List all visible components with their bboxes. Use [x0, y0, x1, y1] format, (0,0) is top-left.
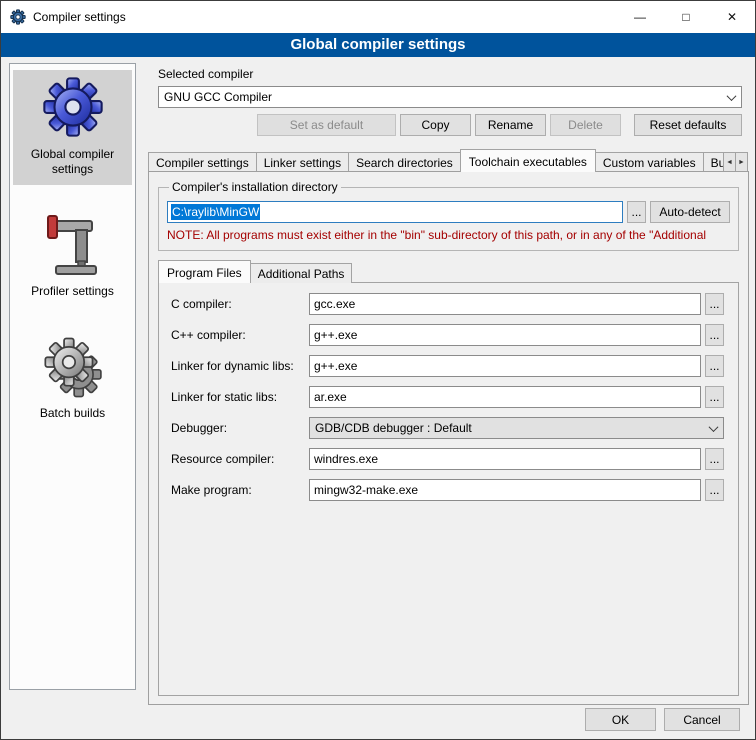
- gear-icon: [40, 75, 106, 139]
- window-title: Compiler settings: [33, 10, 126, 24]
- compiler-buttons-row: Set as default Copy Rename Delete Reset …: [158, 114, 742, 136]
- make-program-input[interactable]: [309, 479, 701, 501]
- note-text: NOTE: All programs must exist either in …: [167, 228, 730, 242]
- sidebar-item-label: Profiler settings: [15, 284, 130, 299]
- debugger-label: Debugger:: [171, 421, 309, 435]
- tabs-scroll-right-icon[interactable]: ►: [735, 152, 748, 172]
- sidebar-item-label: Batch builds: [15, 406, 130, 421]
- compiler-settings-window: Compiler settings — □ ✕ Global compiler …: [0, 0, 756, 740]
- window-controls: — □ ✕: [617, 1, 755, 33]
- resource-compiler-label: Resource compiler:: [171, 452, 309, 466]
- program-files-panel: C compiler: ... C++ compiler: ... Linker…: [158, 282, 739, 696]
- make-program-label: Make program:: [171, 483, 309, 497]
- cpp-compiler-row: C++ compiler: ...: [171, 324, 724, 346]
- cpp-compiler-label: C++ compiler:: [171, 328, 309, 342]
- sidebar-item-batch-builds[interactable]: Batch builds: [13, 331, 132, 429]
- subtab-program-files[interactable]: Program Files: [158, 260, 251, 283]
- install-dir-value: C:\raylib\MinGW: [171, 204, 260, 220]
- resource-compiler-row: Resource compiler: ...: [171, 448, 724, 470]
- make-program-browse-button[interactable]: ...: [705, 479, 724, 501]
- resource-compiler-input[interactable]: [309, 448, 701, 470]
- install-dir-group: Compiler's installation directory C:\ray…: [158, 180, 739, 251]
- static-linker-input[interactable]: [309, 386, 701, 408]
- dynamic-linker-input[interactable]: [309, 355, 701, 377]
- ok-button[interactable]: OK: [585, 708, 656, 731]
- install-dir-row: C:\raylib\MinGW ... Auto-detect: [167, 201, 730, 223]
- install-dir-input[interactable]: C:\raylib\MinGW: [167, 201, 623, 223]
- sidebar-item-label: Global compiler settings: [15, 147, 130, 177]
- maximize-icon[interactable]: □: [663, 1, 709, 33]
- gears-icon: [42, 336, 104, 398]
- main-panel: Selected compiler GNU GCC Compiler Set a…: [148, 61, 749, 711]
- selected-compiler-label: Selected compiler: [158, 67, 253, 81]
- autodetect-button[interactable]: Auto-detect: [650, 201, 730, 223]
- install-dir-browse-button[interactable]: ...: [627, 201, 646, 223]
- static-linker-row: Linker for static libs: ...: [171, 386, 724, 408]
- dynamic-linker-browse-button[interactable]: ...: [705, 355, 724, 377]
- subtab-additional-paths[interactable]: Additional Paths: [250, 263, 353, 283]
- make-program-row: Make program: ...: [171, 479, 724, 501]
- set-as-default-button[interactable]: Set as default: [257, 114, 396, 136]
- static-linker-browse-button[interactable]: ...: [705, 386, 724, 408]
- tab-linker-settings[interactable]: Linker settings: [256, 152, 349, 172]
- dialog-footer: OK Cancel: [585, 708, 740, 731]
- c-compiler-row: C compiler: ...: [171, 293, 724, 315]
- debugger-row: Debugger: GDB/CDB debugger : Default: [171, 417, 724, 439]
- reset-defaults-button[interactable]: Reset defaults: [634, 114, 742, 136]
- compiler-select-value: GNU GCC Compiler: [164, 90, 721, 104]
- compiler-select[interactable]: GNU GCC Compiler: [158, 86, 742, 108]
- app-icon: [10, 9, 26, 25]
- tab-search-directories[interactable]: Search directories: [348, 152, 461, 172]
- titlebar: Compiler settings — □ ✕: [1, 1, 755, 33]
- cpp-compiler-input[interactable]: [309, 324, 701, 346]
- tab-toolchain-executables[interactable]: Toolchain executables: [460, 149, 596, 172]
- delete-button[interactable]: Delete: [550, 114, 621, 136]
- sidebar-item-profiler-settings[interactable]: Profiler settings: [13, 209, 132, 307]
- debugger-select[interactable]: GDB/CDB debugger : Default: [309, 417, 724, 439]
- sidebar: Global compiler settings Profiler settin…: [9, 63, 136, 690]
- dynamic-linker-row: Linker for dynamic libs: ...: [171, 355, 724, 377]
- toolchain-executables-page: Compiler's installation directory C:\ray…: [148, 171, 749, 705]
- tab-strip: Compiler settings Linker settings Search…: [148, 149, 749, 172]
- cpp-compiler-browse-button[interactable]: ...: [705, 324, 724, 346]
- copy-button[interactable]: Copy: [400, 114, 471, 136]
- c-compiler-label: C compiler:: [171, 297, 309, 311]
- tab-compiler-settings[interactable]: Compiler settings: [148, 152, 257, 172]
- profiler-icon: [46, 214, 100, 276]
- resource-compiler-browse-button[interactable]: ...: [705, 448, 724, 470]
- dynamic-linker-label: Linker for dynamic libs:: [171, 359, 309, 373]
- static-linker-label: Linker for static libs:: [171, 390, 309, 404]
- c-compiler-input[interactable]: [309, 293, 701, 315]
- sidebar-item-global-compiler-settings[interactable]: Global compiler settings: [13, 70, 132, 185]
- c-compiler-browse-button[interactable]: ...: [705, 293, 724, 315]
- close-icon[interactable]: ✕: [709, 1, 755, 33]
- tab-scroll-arrows: ◄ ►: [723, 152, 748, 172]
- page-title: Global compiler settings: [1, 33, 755, 57]
- rename-button[interactable]: Rename: [475, 114, 546, 136]
- chevron-down-icon: [721, 87, 741, 107]
- cancel-button[interactable]: Cancel: [664, 708, 740, 731]
- chevron-down-icon: [703, 418, 723, 438]
- subtab-strip: Program Files Additional Paths: [158, 260, 739, 283]
- tab-custom-variables[interactable]: Custom variables: [595, 152, 704, 172]
- minimize-icon[interactable]: —: [617, 1, 663, 33]
- debugger-select-value: GDB/CDB debugger : Default: [315, 421, 703, 435]
- install-dir-group-title: Compiler's installation directory: [169, 180, 341, 194]
